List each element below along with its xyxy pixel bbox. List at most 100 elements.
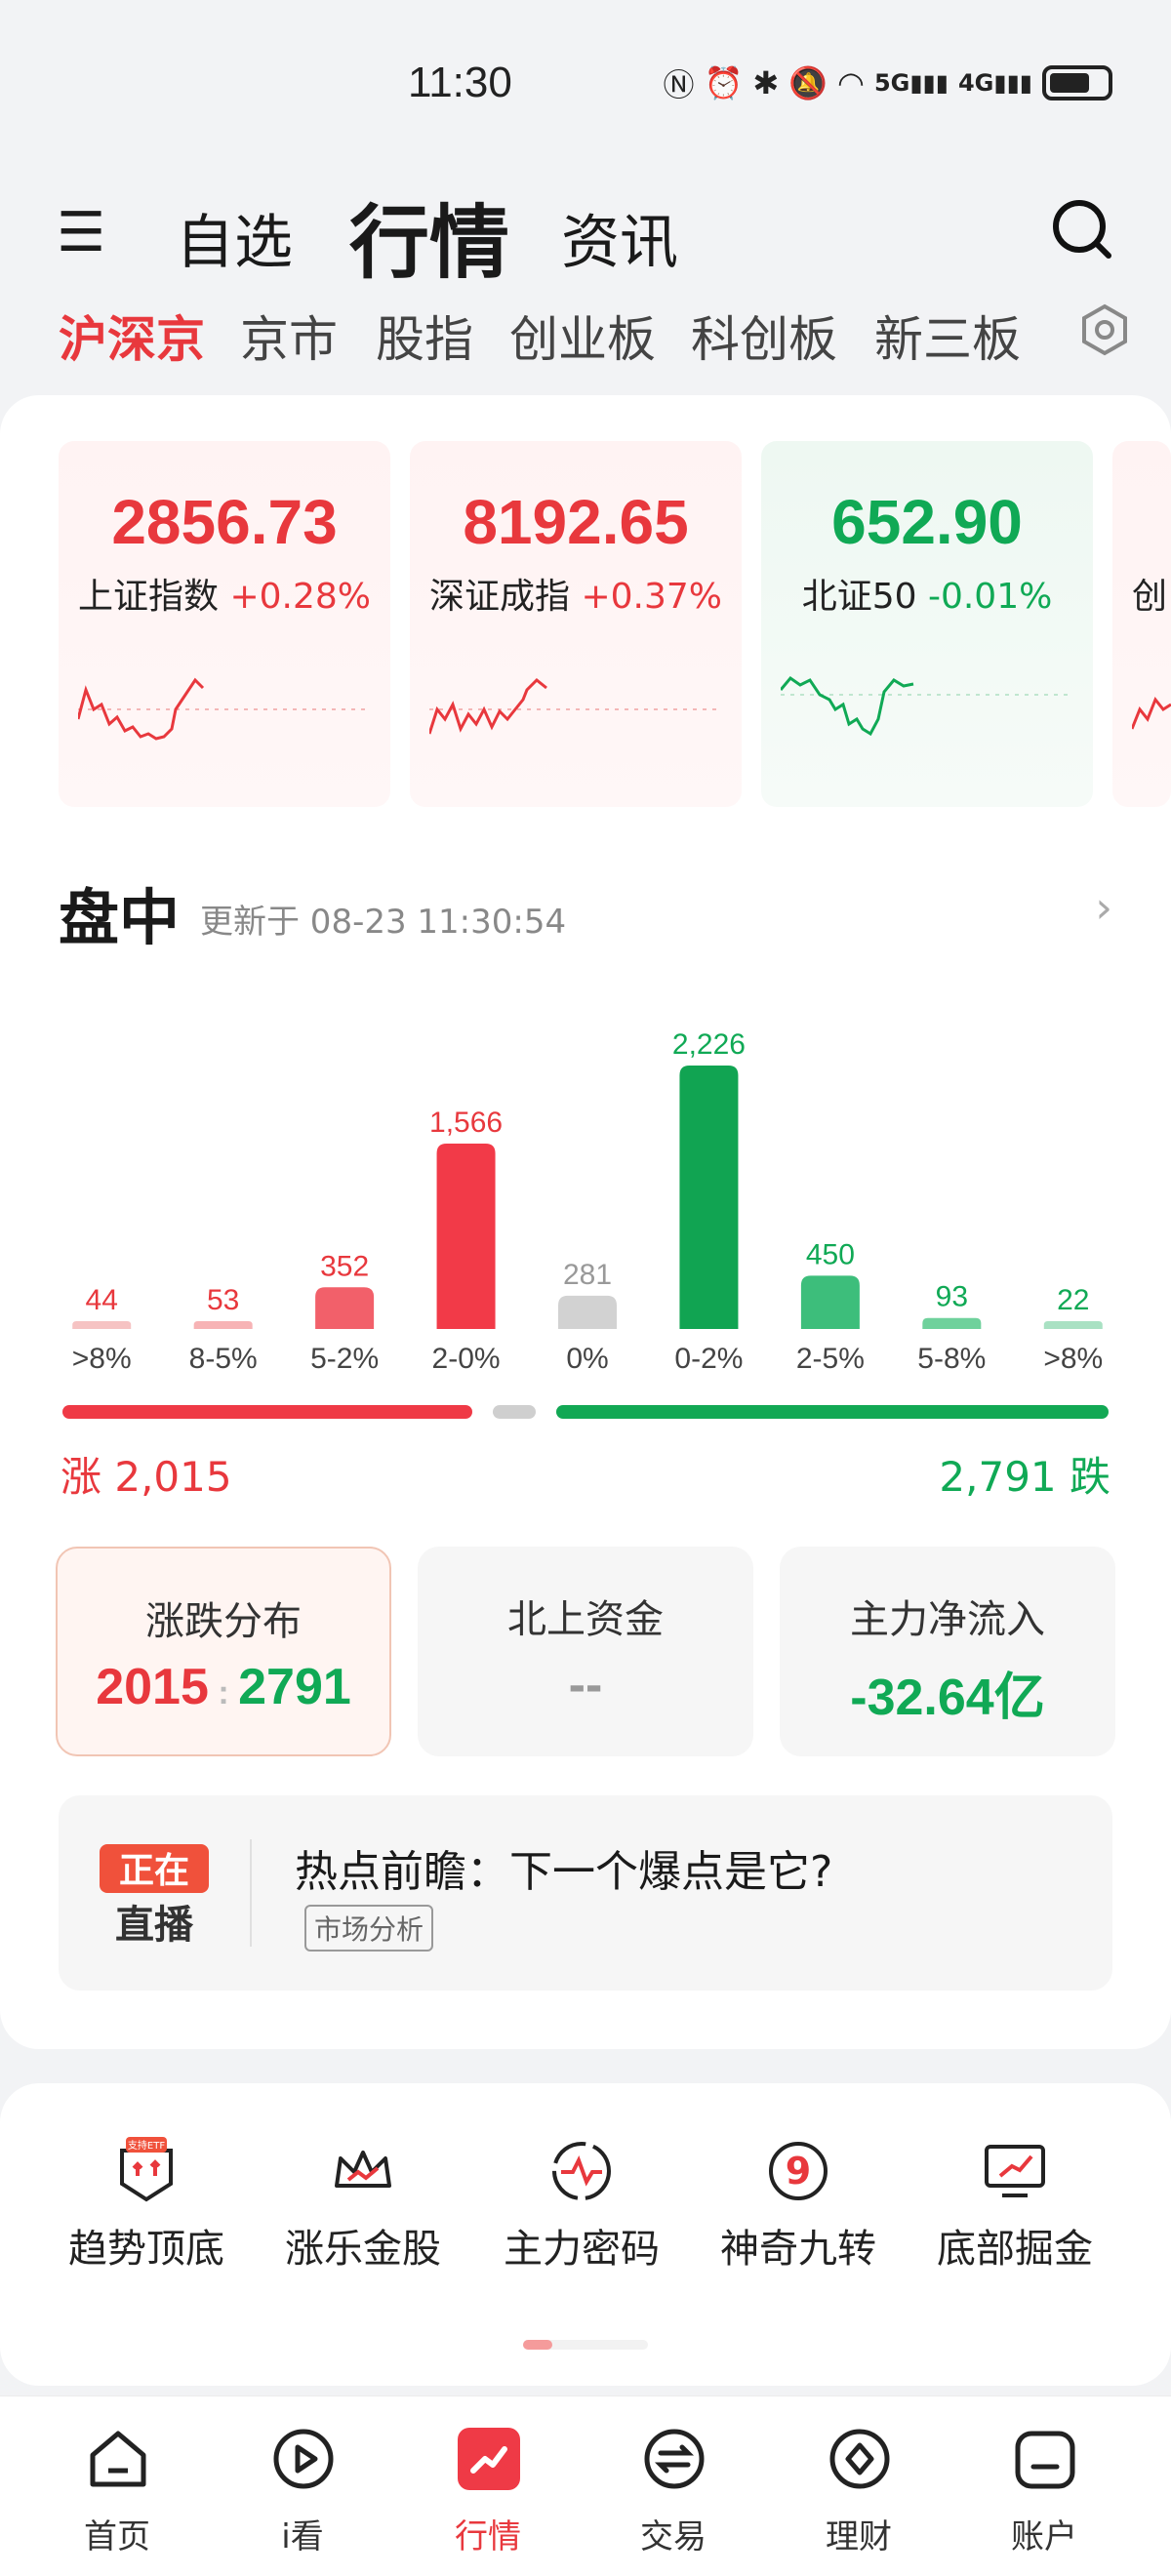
bottom-nav-label: 交易 <box>640 2517 707 2556</box>
tool-bottom-gold-digging[interactable]: 底部掘金 <box>908 2137 1122 2283</box>
fall-ratio-bar <box>556 1405 1109 1419</box>
rise-fall-distribution-chart: 44 >8% 53 8-5% 352 5-2% 1,566 2-0% 281 0% 2,226 0-2… <box>72 1028 1103 1375</box>
tool-label: 涨乐金股 <box>285 2227 441 2272</box>
tool-trend-top-bottom[interactable]: 支持ETF 趋势顶底 <box>39 2137 254 2283</box>
signal-5g-icon: 5G▮▮▮ <box>873 69 949 97</box>
tool-zhangle-golden-stock[interactable]: 涨乐金股 <box>256 2137 470 2283</box>
bottom-nav-trade[interactable]: 交易 <box>581 2424 766 2570</box>
index-card-sz[interactable]: 8192.65 深证成指 +0.37% <box>410 441 742 807</box>
chart-value-label: 352 <box>320 1250 369 1282</box>
pulse-icon <box>552 2142 611 2200</box>
market-tab-kechuang[interactable]: 科创板 <box>691 301 837 371</box>
chart-category-label: >8% <box>72 1343 132 1375</box>
stat-title: 主力净流入 <box>850 1597 1045 1642</box>
top-nav: ☰ 自选 行情 资讯 <box>0 176 1171 290</box>
bottom-nav-account[interactable]: 账户 <box>951 2424 1137 2570</box>
chart-bar <box>679 1066 739 1329</box>
market-tab-jingshi[interactable]: 京市 <box>240 301 338 371</box>
chart-bar <box>558 1295 617 1329</box>
status-time: 11:30 <box>408 59 512 106</box>
bottom-nav: 首页 i看 行情 交易 理财 账户 <box>0 2395 1171 2576</box>
intraday-title: 盘中 <box>59 882 181 953</box>
chart-value-label: 53 <box>207 1284 239 1316</box>
index-label: 上证指数 +0.28% <box>59 568 390 619</box>
live-broadcast-card[interactable]: 正在 直播 热点前瞻：下一个爆点是它? 市场分析 <box>59 1795 1112 1991</box>
chart-category-label: 5-2% <box>310 1343 379 1375</box>
market-tabs: 沪深京 京市 股指 创业板 科创板 新三板 <box>0 293 1171 371</box>
index-card-sh[interactable]: 2856.73 上证指数 +0.28% <box>59 441 390 807</box>
market-tab-xinsanban[interactable]: 新三板 <box>874 301 1021 371</box>
sparkline-sh <box>78 677 371 741</box>
search-icon[interactable] <box>1050 197 1112 260</box>
market-tab-chuangye[interactable]: 创业板 <box>509 301 656 371</box>
exchange-icon <box>644 2429 705 2489</box>
chart-bar <box>1043 1321 1103 1329</box>
tab-news[interactable]: 资讯 <box>561 195 678 280</box>
tool-magic-nine[interactable]: 9 神奇九转 <box>691 2137 906 2283</box>
live-badge-bottom: 直播 <box>115 1903 194 1948</box>
stat-main-net-inflow[interactable]: 主力净流入 -32.64亿 <box>780 1547 1115 1756</box>
index-value: 2856.73 <box>111 487 338 557</box>
account-icon <box>1015 2431 1075 2489</box>
bottom-nav-label: 行情 <box>455 2517 521 2556</box>
rise-count: 涨 2,015 <box>61 1453 232 1501</box>
play-icon <box>273 2429 334 2489</box>
stat-rise-fall-distribution[interactable]: 涨跌分布 2015 : 2791 <box>56 1547 391 1756</box>
index-name: 创 <box>1132 577 1168 617</box>
chart-value-label: 1,566 <box>429 1107 503 1139</box>
chart-category-label: 0% <box>566 1343 608 1375</box>
signal-5g-label: 5G <box>873 69 910 97</box>
chart-category-label: 2-5% <box>796 1343 865 1375</box>
chart-value-label: 450 <box>806 1238 855 1270</box>
battery-icon <box>1042 65 1112 101</box>
market-tab-hushenjing[interactable]: 沪深京 <box>59 301 205 371</box>
tool-label: 主力密码 <box>504 2227 660 2272</box>
settings-icon[interactable] <box>1075 301 1134 359</box>
stat-northbound-funds[interactable]: 北上资金 -- <box>418 1547 753 1756</box>
menu-icon[interactable]: ☰ <box>57 201 105 264</box>
status-icons: Ⓝ ⏰ ✱ 🔕 ◠ 5G▮▮▮ 4G▮▮▮ <box>664 60 1112 105</box>
index-change: -0.01% <box>927 577 1053 617</box>
bottom-nav-ikan[interactable]: i看 <box>210 2424 395 2570</box>
signal-4g-label: 4G <box>957 69 994 97</box>
chart-bar <box>922 1317 982 1329</box>
bottom-nav-label: 首页 <box>84 2517 150 2556</box>
monitor-chart-icon <box>985 2145 1045 2197</box>
chart-value-label: 93 <box>936 1281 968 1313</box>
chart-category-label: 2-0% <box>432 1343 501 1375</box>
index-change: +0.28% <box>229 577 371 617</box>
market-tab-guzhi[interactable]: 股指 <box>376 301 473 371</box>
tab-market[interactable]: 行情 <box>349 178 509 294</box>
tool-main-force-code[interactable]: 主力密码 <box>474 2137 689 2283</box>
mute-icon: 🔕 <box>788 64 828 101</box>
chart-category-label: >8% <box>1043 1343 1103 1375</box>
chart-bar <box>800 1275 860 1329</box>
index-card-bz50[interactable]: 652.90 北证50 -0.01% <box>761 441 1093 807</box>
fall-count: 2,791 跌 <box>939 1453 1110 1501</box>
live-badge-top: 正在 <box>119 1851 189 1891</box>
bottom-nav-wealth[interactable]: 理财 <box>766 2424 951 2570</box>
live-title: 热点前瞻：下一个爆点是它? <box>295 1847 833 1897</box>
stat-value-down: 2791 <box>238 1659 351 1715</box>
bottom-nav-home[interactable]: 首页 <box>24 2424 210 2570</box>
tool-label: 趋势顶底 <box>68 2227 224 2272</box>
tool-label: 底部掘金 <box>937 2227 1093 2272</box>
chart-bar <box>315 1287 375 1329</box>
chevron-right-icon[interactable]: › <box>1095 883 1112 933</box>
tool-label: 神奇九转 <box>720 2227 876 2272</box>
index-card-cyb-partial[interactable]: 创 <box>1112 441 1171 807</box>
stat-value: -32.64亿 <box>850 1670 1045 1726</box>
live-badge-icon: 正在 直播 <box>100 1844 209 1948</box>
tab-watchlist[interactable]: 自选 <box>176 195 293 280</box>
index-label: 北证50 -0.01% <box>761 568 1093 619</box>
bottom-nav-market[interactable]: 行情 <box>395 2424 581 2570</box>
bottom-nav-label: 理财 <box>826 2517 892 2556</box>
wifi-icon: ◠ <box>837 64 865 101</box>
chart-category-label: 0-2% <box>674 1343 743 1375</box>
etf-badge: 支持ETF <box>128 2139 165 2152</box>
index-value: 652.90 <box>831 487 1023 557</box>
stat-value-up: 2015 <box>96 1659 209 1715</box>
stat-title: 涨跌分布 <box>145 1599 302 1644</box>
nine-icon: 9 <box>769 2142 828 2200</box>
crown-icon <box>335 2151 391 2188</box>
